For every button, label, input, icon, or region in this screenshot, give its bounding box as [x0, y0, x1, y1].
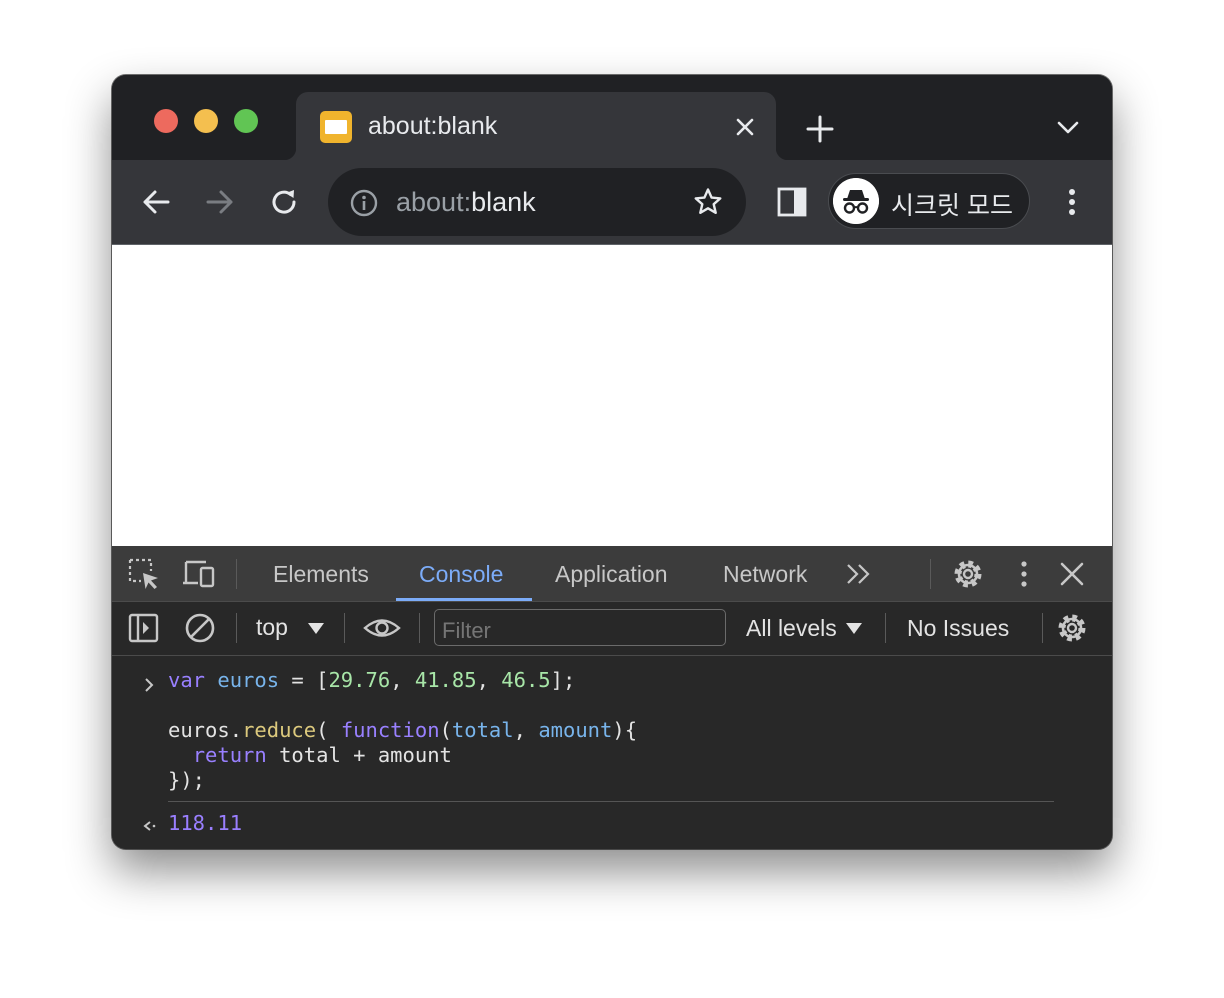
gear-icon[interactable]	[951, 557, 985, 591]
tab-application[interactable]: Application	[555, 561, 668, 588]
console-output[interactable]: var euros = [29.76, 41.85, 46.5]; euros.…	[112, 656, 1112, 849]
console-result-value: 118.11	[168, 811, 243, 835]
double-chevron-right-icon[interactable]	[842, 557, 876, 591]
tab-title: about:blank	[368, 112, 498, 140]
incognito-indicator[interactable]: 시크릿 모드	[828, 173, 1030, 229]
page-viewport[interactable]	[112, 244, 1112, 546]
devtools-tabbar: Elements Console Application Network	[112, 546, 1112, 602]
log-levels-dropdown[interactable]: All levels	[746, 615, 837, 642]
tab-network[interactable]: Network	[723, 561, 807, 588]
tab-about-blank[interactable]: about:blank	[284, 92, 788, 160]
browser-toolbar: about:blank 시크릿 모드	[112, 160, 1112, 244]
context-selector[interactable]: top	[256, 614, 288, 641]
zoom-window-button[interactable]	[234, 109, 258, 133]
more-vertical-icon[interactable]	[1054, 184, 1090, 220]
console-toolbar: top All levels No Issues	[112, 602, 1112, 656]
device-toolbar-icon[interactable]	[182, 557, 216, 591]
console-filter-input[interactable]	[434, 609, 726, 646]
browser-window: about:blank about:blank 시크릿 모드 Elements …	[112, 75, 1112, 849]
console-settings-gear-icon[interactable]	[1055, 611, 1089, 645]
inspect-element-icon[interactable]	[127, 557, 161, 591]
side-panel-icon[interactable]	[774, 184, 810, 220]
incognito-icon	[833, 178, 879, 224]
result-arrow-icon	[143, 821, 156, 831]
plus-icon[interactable]	[802, 111, 838, 147]
more-vertical-icon[interactable]	[1007, 557, 1041, 591]
context-dropdown-arrow[interactable]	[308, 623, 324, 634]
active-tab-indicator	[396, 598, 532, 601]
devtools-panel: Elements Console Application Network top…	[112, 546, 1112, 849]
arrow-right-icon[interactable]	[202, 184, 238, 220]
console-input-entry[interactable]: var euros = [29.76, 41.85, 46.5]; euros.…	[168, 668, 637, 793]
reload-icon[interactable]	[266, 184, 302, 220]
eye-icon[interactable]	[363, 611, 401, 645]
issues-counter[interactable]: No Issues	[907, 615, 1009, 642]
minimize-window-button[interactable]	[194, 109, 218, 133]
url-text: about:blank	[396, 187, 536, 217]
close-window-button[interactable]	[154, 109, 178, 133]
arrow-left-icon[interactable]	[138, 184, 174, 220]
input-chevron-icon	[145, 678, 154, 692]
tab-strip: about:blank	[112, 75, 1112, 160]
tab-elements[interactable]: Elements	[273, 561, 369, 588]
blank-page-icon	[320, 111, 352, 143]
levels-dropdown-arrow[interactable]	[846, 623, 862, 634]
tab-console[interactable]: Console	[419, 561, 503, 588]
chevron-down-icon[interactable]	[1054, 115, 1082, 139]
console-input-code: var euros = [29.76, 41.85, 46.5]; euros.…	[168, 668, 638, 792]
info-icon[interactable]	[349, 188, 379, 218]
address-bar[interactable]: about:blank	[328, 168, 746, 236]
close-icon[interactable]	[731, 113, 759, 141]
console-entry-divider	[168, 801, 1054, 802]
clear-console-icon[interactable]	[183, 611, 217, 645]
star-icon[interactable]	[692, 186, 724, 218]
incognito-label: 시크릿 모드	[891, 192, 1013, 220]
close-icon[interactable]	[1055, 557, 1089, 591]
console-sidebar-icon[interactable]	[127, 611, 161, 645]
